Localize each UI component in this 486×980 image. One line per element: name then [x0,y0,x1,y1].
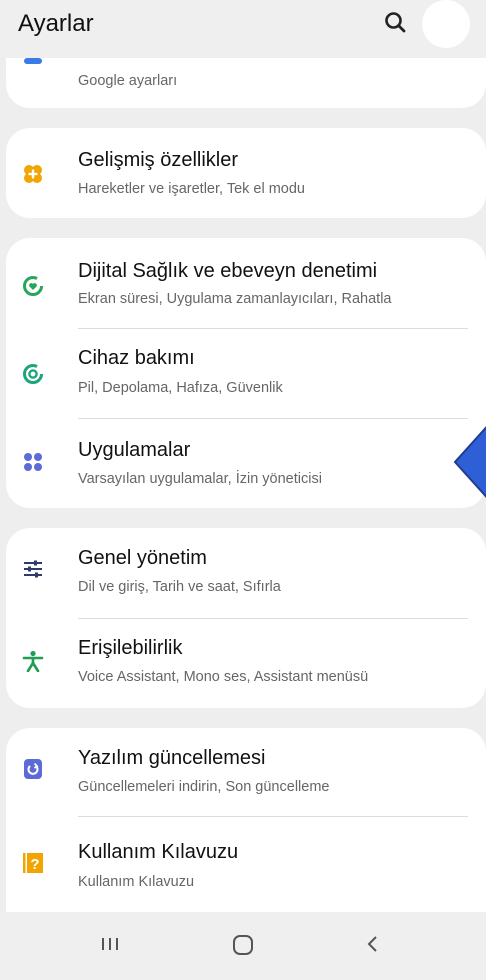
settings-item-apps[interactable]: Uygulamalar Varsayılan uygulamalar, İzin… [6,418,486,508]
accessibility-icon [22,650,44,672]
settings-item-user-manual-sub: Kullanım Kılavuzu [78,874,195,890]
search-icon[interactable] [383,10,409,36]
settings-item-advanced-features-sub: Hareketler ve işaretler, Tek el modu [78,181,306,197]
settings-item-general-management-sub: Dil ve giriş, Tarih ve saat, Sıfırla [78,579,281,595]
settings-card-device: Dijital Sağlık ve ebeveyn denetimi Ekran… [6,238,486,508]
settings-item-software-update-sub: Güncellemeleri indirin, Son güncelleme [78,779,330,795]
settings-item-user-manual[interactable]: ? Kullanım Kılavuzu Kullanım Kılavuzu [6,816,486,906]
settings-item-advanced-features[interactable]: Gelişmiş özellikler Hareketler ve işaret… [6,128,486,218]
settings-item-device-care-sub: Pil, Depolama, Hafıza, Güvenlik [78,380,283,396]
general-management-icon [24,560,42,578]
settings-item-google-sub: Google ayarları [78,73,178,89]
back-icon[interactable] [352,924,392,964]
settings-item-advanced-features-label: Gelişmiş özellikler [78,149,239,171]
navigation-bar [0,912,486,980]
settings-item-software-update-label: Yazılım güncellemesi [78,747,266,769]
settings-item-digital-wellbeing-sub: Ekran süresi, Uygulama zamanlayıcıları, … [78,291,392,307]
settings-item-general-management-label: Genel yönetim [78,547,207,569]
settings-item-apps-label: Uygulamalar [78,439,191,461]
page-title: Ayarlar [18,10,94,37]
home-icon[interactable] [223,924,263,964]
settings-item-user-manual-label: Kullanım Kılavuzu [78,841,239,863]
settings-item-google[interactable]: Google ayarları [6,58,486,108]
settings-item-software-update[interactable]: Yazılım güncellemesi Güncellemeleri indi… [6,728,486,818]
settings-item-device-care[interactable]: Cihaz bakımı Pil, Depolama, Hafıza, Güve… [6,328,486,418]
settings-item-apps-sub: Varsayılan uygulamalar, İzin yöneticisi [78,471,322,487]
advanced-features-icon [24,165,42,183]
device-care-icon [23,364,43,384]
top-app-bar: Ayarlar [0,0,486,58]
svg-text:?: ? [30,856,39,873]
google-icon [24,58,42,64]
settings-card-general: Genel yönetim Dil ve giriş, Tarih ve saa… [6,528,486,708]
settings-card-advanced: Gelişmiş özellikler Hareketler ve işaret… [6,128,486,218]
software-update-icon [24,759,42,779]
settings-card-google: Google ayarları [6,58,486,108]
pointer-arrow-icon [453,426,486,498]
settings-item-digital-wellbeing-label: Dijital Sağlık ve ebeveyn denetimi [78,260,378,282]
profile-avatar[interactable] [422,0,470,48]
settings-item-accessibility-label: Erişilebilirlik [78,637,183,659]
settings-card-support: Yazılım güncellemesi Güncellemeleri indi… [6,728,486,912]
digital-wellbeing-icon [23,276,43,296]
settings-item-digital-wellbeing[interactable]: Dijital Sağlık ve ebeveyn denetimi Ekran… [6,238,486,328]
settings-item-general-management[interactable]: Genel yönetim Dil ve giriş, Tarih ve saa… [6,528,486,618]
settings-item-accessibility[interactable]: Erişilebilirlik Voice Assistant, Mono se… [6,618,486,708]
user-manual-icon: ? [23,853,43,873]
settings-item-device-care-label: Cihaz bakımı [78,347,195,369]
settings-item-accessibility-sub: Voice Assistant, Mono ses, Assistant men… [78,669,369,685]
apps-icon [24,453,42,471]
recents-icon[interactable] [90,924,130,964]
